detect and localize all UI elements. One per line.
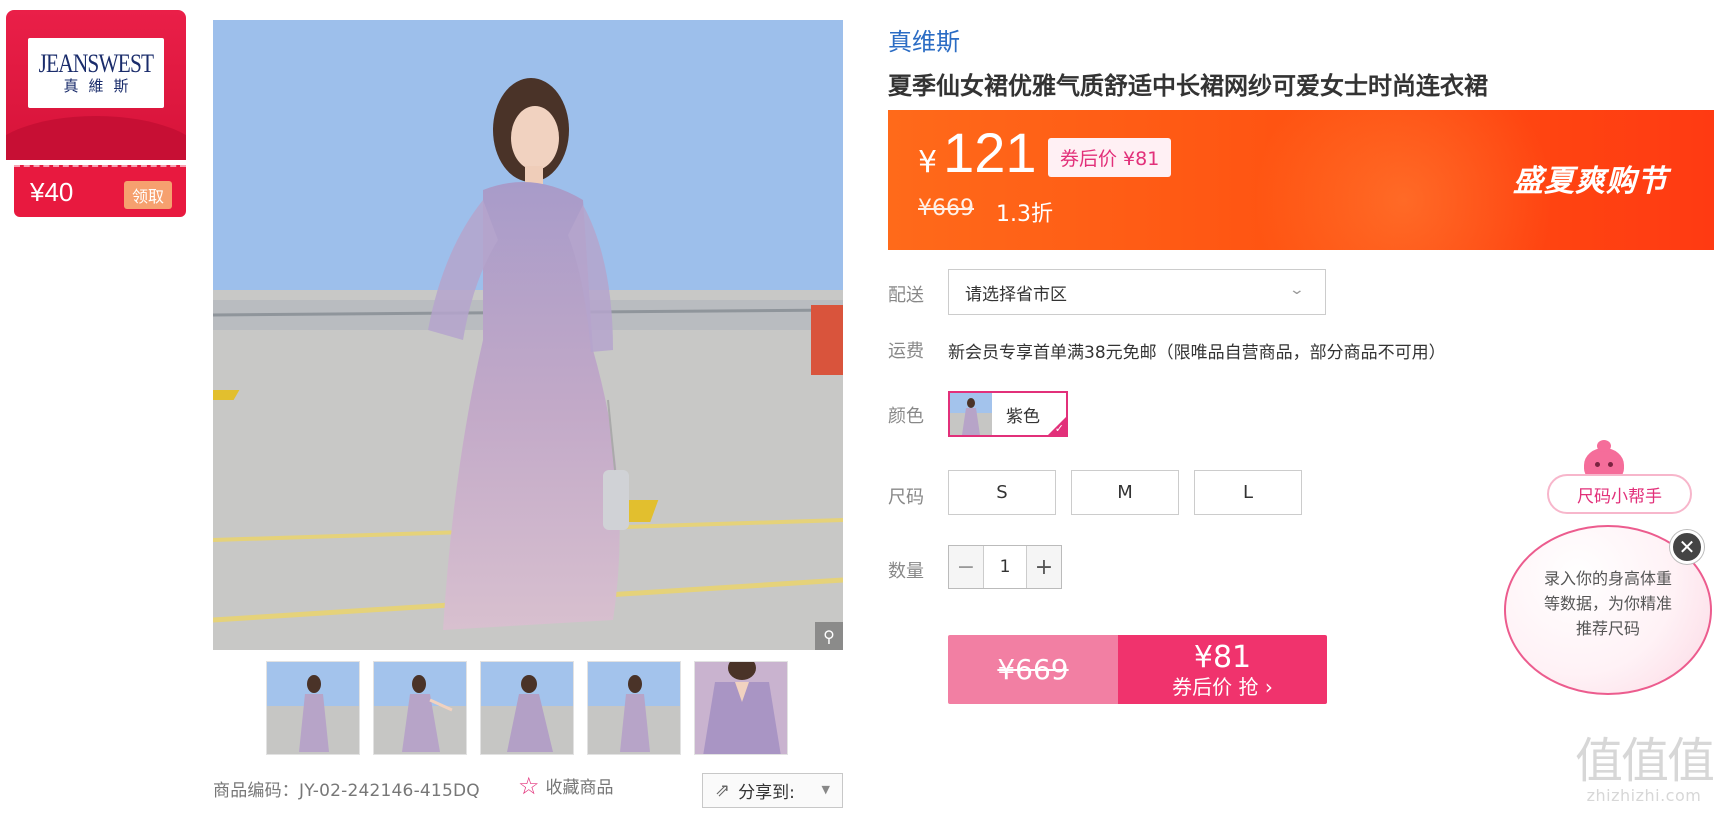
color-label: 颜色 — [888, 406, 924, 427]
current-price: ¥ 121 — [918, 120, 1037, 185]
share-icon: ⇗ — [715, 780, 731, 801]
size-option-m[interactable]: M — [1071, 470, 1179, 515]
coupon-value-bar[interactable]: ¥40 领取 — [14, 165, 186, 217]
watermark-url: zhizhizhi.com — [1586, 786, 1702, 805]
claim-coupon-button[interactable]: 领取 — [123, 181, 172, 209]
shipping-info: 新会员专享首单满38元免邮（限唯品自营商品，部分商品不可用） — [948, 343, 1446, 363]
after-coupon-badge: 券后价 ¥81 — [1048, 138, 1172, 177]
thumbnail[interactable] — [373, 661, 467, 755]
size-helper-button[interactable]: 尺码小帮手 — [1547, 474, 1692, 514]
product-title: 夏季仙女裙优雅气质舒适中长裙网纱可爱女士时尚连衣裙 — [888, 72, 1488, 100]
mascot-eye — [1608, 462, 1613, 467]
store-coupon[interactable]: JEANSWEST 真維斯 ¥40 领取 — [6, 10, 186, 218]
main-product-image[interactable]: ⚲ — [213, 20, 843, 650]
currency-symbol: ¥ — [918, 145, 938, 180]
brand-link[interactable]: 真维斯 — [888, 22, 960, 57]
favorite-button[interactable]: ☆ 收藏商品 — [518, 771, 614, 800]
magnifier-icon[interactable]: ⚲ — [815, 622, 843, 650]
price-details: ¥669 1.3折 — [918, 196, 1053, 228]
coupon-header: JEANSWEST 真維斯 — [6, 10, 186, 160]
thumbnail-strip — [266, 661, 788, 755]
buy-price: ¥81 — [1193, 639, 1252, 675]
color-option-label: 紫色 — [1006, 406, 1040, 427]
share-dropdown[interactable]: ⇗ 分享到: ▼ — [702, 773, 843, 808]
color-option-selected[interactable]: 紫色 ✓ — [948, 391, 1068, 437]
current-price-value: 121 — [943, 121, 1037, 184]
shipping-label: 运费 — [888, 341, 924, 362]
quantity-stepper: − 1 + — [948, 545, 1062, 589]
original-price: ¥669 — [918, 196, 974, 221]
brand-logo: JEANSWEST 真維斯 — [28, 38, 164, 108]
check-icon: ✓ — [1054, 422, 1064, 435]
price-banner: ¥ 121 券后价 ¥81 ¥669 1.3折 盛夏爽购节 — [888, 110, 1714, 250]
chevron-down-icon: ⌄ — [1288, 282, 1306, 298]
decrease-quantity-button[interactable]: − — [949, 546, 983, 588]
watermark-logo: 值值值 — [1575, 733, 1715, 789]
quantity-input[interactable]: 1 — [983, 546, 1027, 588]
buy-original-price: ¥669 — [948, 635, 1118, 704]
thumbnail[interactable] — [266, 661, 360, 755]
buy-coupon-price: ¥81 券后价 抢 › — [1118, 635, 1327, 704]
promo-title: 盛夏爽购节 — [1513, 164, 1668, 199]
thumbnail[interactable] — [587, 661, 681, 755]
sku-code: 商品编码：JY-02-242146-415DQ — [213, 776, 480, 801]
product-page: JEANSWEST 真維斯 ¥40 领取 ⚲ 商品编码：JY-02-242146… — [0, 0, 1725, 820]
size-helper-message: 录入你的身高体重等数据，为你精准推荐尺码 — [1543, 568, 1672, 638]
buy-cta-label: 券后价 抢 › — [1172, 674, 1273, 699]
size-helper-widget: 尺码小帮手 录入你的身高体重等数据，为你精准推荐尺码 ✕ — [1500, 440, 1715, 700]
product-photo — [213, 20, 843, 650]
sku-code-text: 商品编码：JY-02-242146-415DQ — [213, 781, 480, 801]
close-icon[interactable]: ✕ — [1670, 530, 1704, 564]
mascot-eye — [1595, 462, 1600, 467]
brand-logo-en: JEANSWEST — [38, 49, 154, 78]
region-select[interactable]: 请选择省市区 ⌄ — [948, 269, 1326, 315]
increase-quantity-button[interactable]: + — [1027, 546, 1061, 588]
thumbnail[interactable] — [694, 661, 788, 755]
size-option-l[interactable]: L — [1194, 470, 1302, 515]
delivery-label: 配送 — [888, 285, 924, 306]
favorite-label: 收藏商品 — [545, 778, 614, 798]
site-watermark: 值值值 zhizhizhi.com — [1575, 733, 1715, 805]
discount-rate: 1.3折 — [996, 202, 1053, 227]
region-select-value: 请选择省市区 — [965, 284, 1067, 305]
coupon-amount: ¥40 — [30, 176, 74, 207]
color-swatch-thumbnail — [950, 393, 992, 435]
caret-down-icon: ▼ — [821, 783, 830, 796]
share-label: 分享到: — [738, 783, 795, 803]
star-icon: ☆ — [518, 771, 540, 800]
brand-logo-cn: 真維斯 — [63, 77, 139, 95]
buy-now-button[interactable]: ¥669 ¥81 券后价 抢 › — [948, 635, 1327, 704]
size-label: 尺码 — [888, 487, 924, 508]
quantity-label: 数量 — [888, 561, 924, 582]
size-option-s[interactable]: S — [948, 470, 1056, 515]
thumbnail[interactable] — [480, 661, 574, 755]
